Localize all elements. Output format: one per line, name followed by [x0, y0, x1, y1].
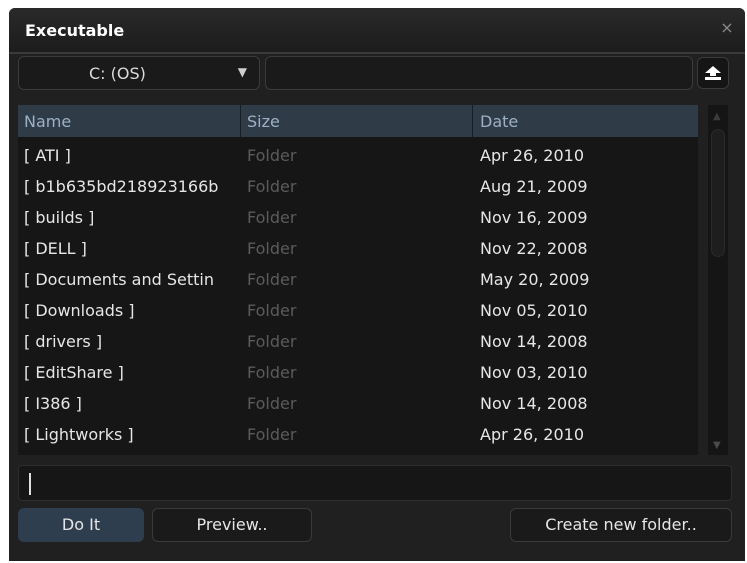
item-date: Apr 26, 2010: [480, 425, 585, 444]
item-size: Folder: [247, 363, 297, 382]
item-name: [ b1b635bd218923166b: [24, 177, 219, 196]
list-item[interactable]: [ ATI ] Folder Apr 26, 2010: [18, 141, 698, 172]
item-date: May 20, 2009: [480, 270, 590, 289]
up-arrow-icon: [705, 66, 721, 80]
dropdown-arrow-icon: ▼: [237, 65, 247, 79]
item-date: Nov 14, 2008: [480, 394, 588, 413]
item-size: Folder: [247, 270, 297, 289]
list-item[interactable]: [ EditShare ] Folder Nov 03, 2010: [18, 358, 698, 389]
item-name: [ Documents and Settin: [24, 270, 214, 289]
list-item[interactable]: [ Lightworks ] Folder Apr 26, 2010: [18, 420, 698, 451]
list-header: Name Size Date: [18, 105, 698, 137]
preview-button[interactable]: Preview..: [152, 508, 312, 542]
item-size: Folder: [247, 208, 297, 227]
item-size: Folder: [247, 146, 297, 165]
item-size: Folder: [247, 425, 297, 444]
item-name: [ I386 ]: [24, 394, 82, 413]
item-date: Nov 14, 2008: [480, 332, 588, 351]
title-divider: [9, 52, 745, 54]
item-size: Folder: [247, 239, 297, 258]
item-date: Nov 22, 2008: [480, 239, 588, 258]
column-divider: [472, 105, 473, 137]
item-name: [ Downloads ]: [24, 301, 135, 320]
item-date: Aug 21, 2009: [480, 177, 588, 196]
text-caret: [29, 473, 31, 495]
parent-folder-button[interactable]: [697, 57, 729, 89]
list-item[interactable]: [ b1b635bd218923166b Folder Aug 21, 2009: [18, 172, 698, 203]
file-list: Name Size Date [ ATI ] Folder Apr 26, 20…: [18, 105, 698, 455]
column-header-size[interactable]: Size: [247, 112, 280, 131]
title-bar: Executable ×: [9, 8, 745, 52]
scroll-down-icon[interactable]: ▼: [713, 440, 721, 451]
item-size: Folder: [247, 301, 297, 320]
item-date: Nov 16, 2009: [480, 208, 588, 227]
item-name: [ ATI ]: [24, 146, 71, 165]
item-size: Folder: [247, 394, 297, 413]
list-item[interactable]: [ Downloads ] Folder Nov 05, 2010: [18, 296, 698, 327]
item-date: Nov 03, 2010: [480, 363, 588, 382]
path-field[interactable]: [265, 56, 693, 90]
column-header-date[interactable]: Date: [480, 112, 518, 131]
drive-dropdown[interactable]: C: (OS) ▼: [18, 56, 260, 90]
list-item[interactable]: [ builds ] Folder Nov 16, 2009: [18, 203, 698, 234]
item-name: [ drivers ]: [24, 332, 103, 351]
list-item[interactable]: [ drivers ] Folder Nov 14, 2008: [18, 327, 698, 358]
item-name: [ EditShare ]: [24, 363, 124, 382]
item-name: [ Lightworks ]: [24, 425, 134, 444]
item-date: Nov 05, 2010: [480, 301, 588, 320]
close-icon[interactable]: ×: [717, 18, 737, 38]
list-item[interactable]: [ DELL ] Folder Nov 22, 2008: [18, 234, 698, 265]
list-item[interactable]: [ Documents and Settin Folder May 20, 20…: [18, 265, 698, 296]
list-item[interactable]: [ I386 ] Folder Nov 14, 2008: [18, 389, 698, 420]
scrollbar-thumb[interactable]: [711, 129, 725, 257]
column-divider: [240, 105, 241, 137]
create-new-folder-button[interactable]: Create new folder..: [510, 508, 732, 542]
scroll-up-icon[interactable]: ▲: [713, 111, 721, 122]
do-it-button[interactable]: Do It: [18, 508, 144, 542]
filename-input[interactable]: [18, 465, 732, 501]
item-name: [ DELL ]: [24, 239, 87, 258]
item-size: Folder: [247, 332, 297, 351]
dialog-title: Executable: [25, 21, 125, 40]
column-header-name[interactable]: Name: [24, 112, 71, 131]
vertical-scrollbar[interactable]: ▲ ▼: [708, 105, 728, 455]
item-date: Apr 26, 2010: [480, 146, 585, 165]
item-name: [ builds ]: [24, 208, 95, 227]
item-size: Folder: [247, 177, 297, 196]
drive-selected-value: C: (OS): [89, 64, 146, 83]
